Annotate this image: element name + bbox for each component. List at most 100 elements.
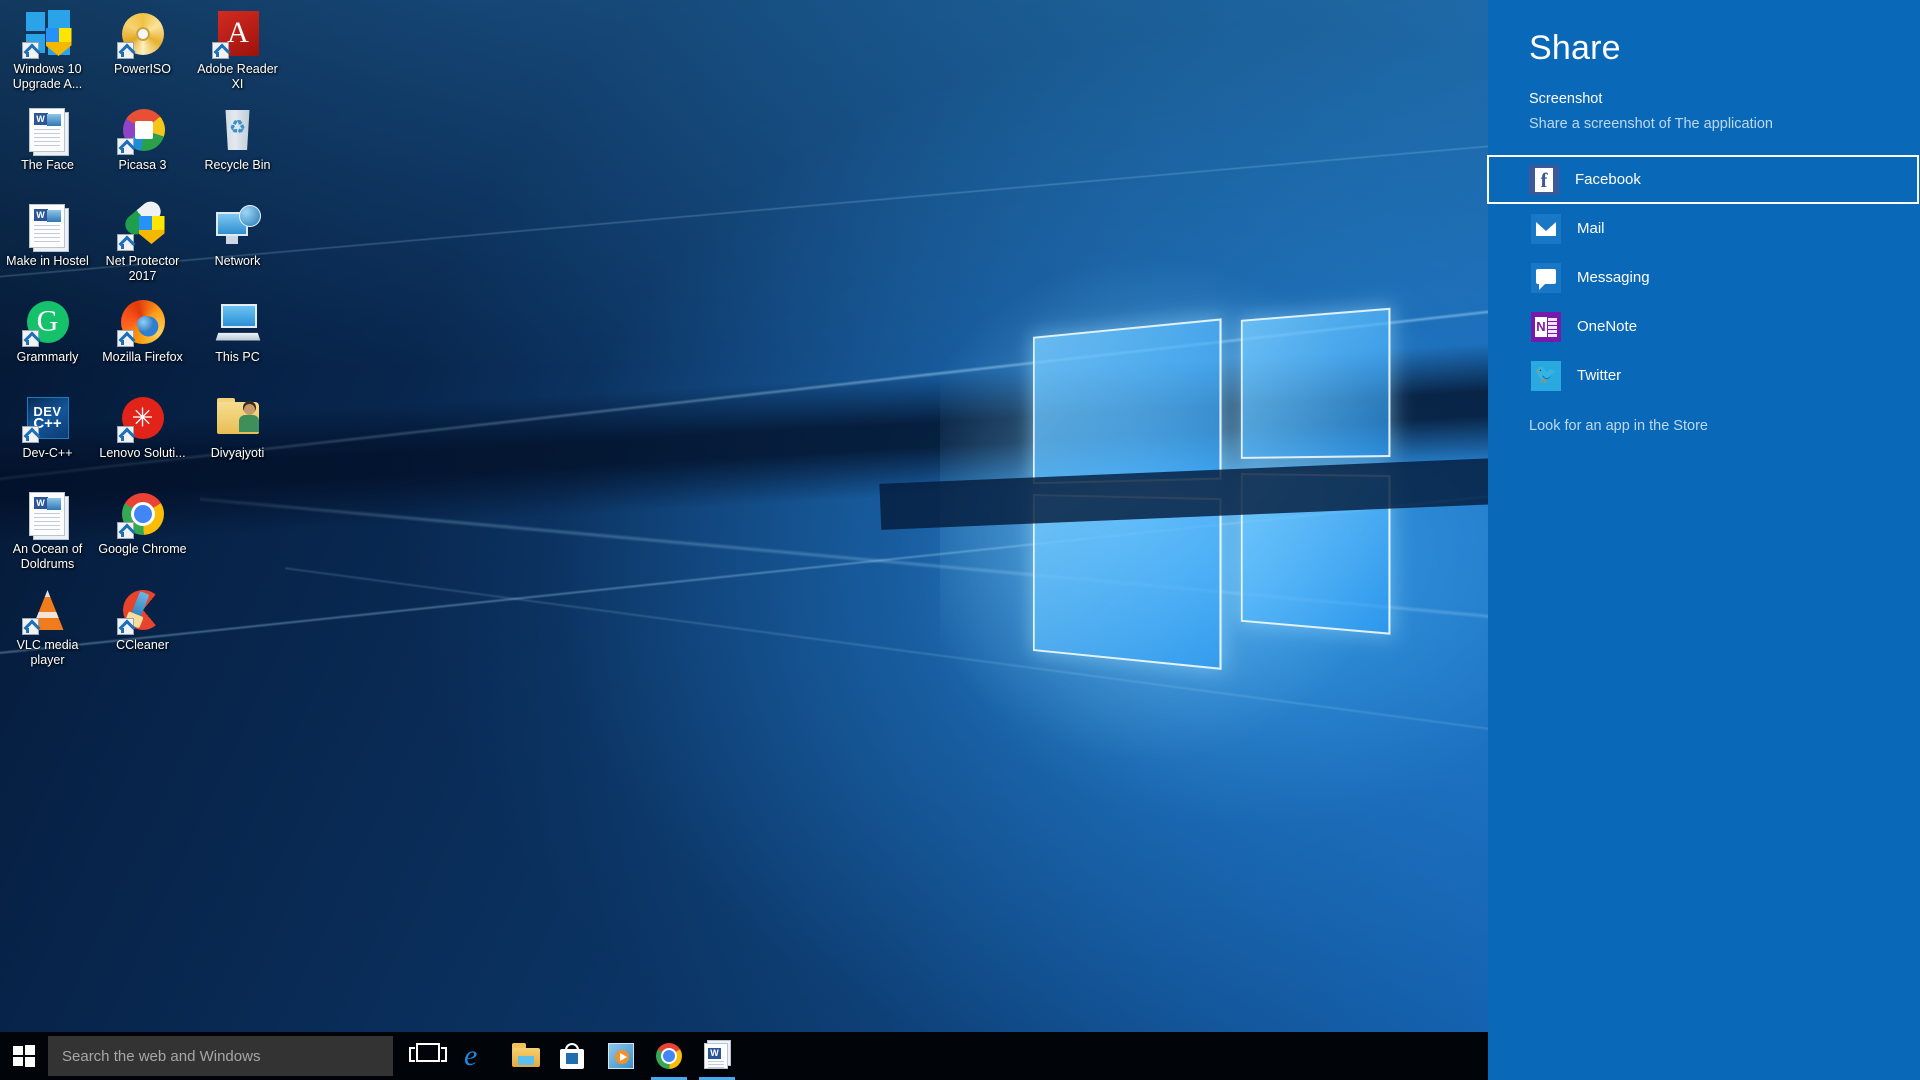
- file-explorer-icon: [512, 1043, 540, 1069]
- taskbar: Search the web and Windows e: [0, 1032, 1488, 1080]
- desktop-icon-vlc-media-player[interactable]: VLC media player: [0, 580, 95, 676]
- share-target-label: Twitter: [1577, 367, 1622, 384]
- taskbar-icon-strip: e: [405, 1032, 741, 1080]
- desktop-icon-google-chrome[interactable]: Google Chrome: [95, 484, 190, 580]
- shortcut-arrow-icon: [116, 330, 134, 347]
- search-placeholder: Search the web and Windows: [62, 1047, 261, 1065]
- icon-label: Lenovo Soluti...: [99, 446, 186, 460]
- user-folder-icon: [214, 394, 262, 442]
- firefox-icon: [116, 298, 167, 347]
- movies-and-tv-icon: [608, 1043, 634, 1069]
- icon-label: The Face: [21, 158, 74, 172]
- icon-label: Picasa 3: [118, 158, 167, 172]
- adobe-reader-icon: [211, 10, 262, 59]
- icon-label: Adobe Reader XI: [197, 62, 278, 91]
- icon-label: CCleaner: [116, 638, 169, 652]
- desktop-icon-network[interactable]: Network: [190, 196, 285, 292]
- share-panel-title: Share: [1529, 29, 1621, 67]
- taskbar-edge-button[interactable]: e: [453, 1032, 501, 1080]
- shortcut-arrow-icon: [116, 426, 134, 443]
- icon-label: Mozilla Firefox: [102, 350, 183, 364]
- shortcut-arrow-icon: [116, 618, 134, 635]
- icon-row: VLC media player CCleaner: [0, 580, 290, 676]
- share-store-link[interactable]: Look for an app in the Store: [1488, 400, 1920, 434]
- icon-label: Net Protector 2017: [105, 254, 180, 283]
- share-description: Share a screenshot of The application: [1529, 116, 1773, 132]
- start-button[interactable]: [0, 1032, 48, 1080]
- mail-icon: [1531, 213, 1561, 244]
- icon-label: Dev-C++: [22, 446, 73, 460]
- icon-row: W An Ocean of Doldrums Google Chrome: [0, 484, 290, 580]
- share-subject: Screenshot: [1529, 91, 1603, 107]
- blank-icon: [214, 586, 262, 634]
- desktop-icon-lenovo-solution[interactable]: Lenovo Soluti...: [95, 388, 190, 484]
- dev-cpp-icon: DEV C++: [21, 394, 72, 443]
- shortcut-arrow-icon: [116, 138, 134, 155]
- shortcut-arrow-icon: [21, 42, 39, 59]
- desktop-icon-poweriso[interactable]: PowerISO: [95, 4, 190, 100]
- icon-label: Windows 10 Upgrade A...: [12, 62, 83, 91]
- desktop-icon-adobe-reader[interactable]: Adobe Reader XI: [190, 4, 285, 100]
- icon-label: VLC media player: [16, 638, 79, 667]
- desktop-icon-divyajyoti[interactable]: Divyajyoti: [190, 388, 285, 484]
- icon-row: Windows 10 Upgrade A... PowerISO Adobe R…: [0, 4, 290, 100]
- icon-row: Grammarly Mozilla Firefox This PC: [0, 292, 290, 388]
- net-protector-icon: [116, 197, 167, 251]
- share-target-onenote[interactable]: OneNote: [1488, 302, 1920, 351]
- share-target-list: Facebook Mail Messaging OneNote Twitter: [1487, 155, 1920, 400]
- taskbar-file-explorer-button[interactable]: [501, 1032, 549, 1080]
- desktop-icon-windows-10-upgrade[interactable]: Windows 10 Upgrade A...: [0, 4, 95, 100]
- desktop-icon-grammarly[interactable]: Grammarly: [0, 292, 95, 388]
- twitter-icon: [1531, 360, 1561, 391]
- chrome-icon: [656, 1043, 682, 1069]
- taskbar-chrome-button[interactable]: [645, 1032, 693, 1080]
- desktop-icon-ccleaner[interactable]: CCleaner: [95, 580, 190, 676]
- desktop-icon-net-protector-2017[interactable]: Net Protector 2017: [95, 196, 190, 292]
- shortcut-arrow-icon: [21, 618, 39, 635]
- recycle-bin-icon: [214, 106, 262, 154]
- desktop-icon-recycle-bin[interactable]: Recycle Bin: [190, 100, 285, 196]
- taskbar-store-button[interactable]: [549, 1032, 597, 1080]
- taskbar-word-button[interactable]: [693, 1032, 741, 1080]
- chrome-icon: [116, 490, 167, 539]
- shortcut-arrow-icon: [116, 234, 134, 251]
- icon-label: This PC: [215, 350, 260, 364]
- search-input[interactable]: Search the web and Windows: [48, 1036, 393, 1076]
- desktop-icon-an-ocean-of-doldrums[interactable]: W An Ocean of Doldrums: [0, 484, 95, 580]
- desktop[interactable]: Windows 10 Upgrade A... PowerISO Adobe R…: [0, 0, 1920, 1080]
- desktop-icon-the-face[interactable]: W The Face: [0, 100, 95, 196]
- icon-label: Make in Hostel: [6, 254, 89, 268]
- share-target-facebook[interactable]: Facebook: [1487, 155, 1919, 204]
- desktop-icon-this-pc[interactable]: This PC: [190, 292, 285, 388]
- taskbar-movies-tv-button[interactable]: [597, 1032, 645, 1080]
- icon-row: DEVC++ Dev-C++ Lenovo Soluti...: [0, 388, 290, 484]
- share-target-label: Messaging: [1577, 269, 1650, 286]
- word-document-icon: W: [24, 490, 72, 538]
- share-target-label: OneNote: [1577, 318, 1638, 335]
- icon-label: PowerISO: [114, 62, 171, 76]
- desktop-icon-empty: [190, 484, 285, 580]
- ccleaner-icon: [116, 586, 167, 635]
- windows-start-icon: [13, 1045, 35, 1067]
- messaging-icon: [1531, 262, 1561, 293]
- onenote-icon: [1531, 311, 1561, 342]
- poweriso-disc-icon: [116, 10, 167, 59]
- share-target-messaging[interactable]: Messaging: [1488, 253, 1920, 302]
- desktop-icon-picasa-3[interactable]: Picasa 3: [95, 100, 190, 196]
- grammarly-icon: [21, 298, 72, 347]
- desktop-icon-dev-cpp[interactable]: DEV C++ Dev-C++: [0, 388, 95, 484]
- desktop-icon-make-in-hostel[interactable]: W Make in Hostel: [0, 196, 95, 292]
- shortcut-arrow-icon: [116, 42, 134, 59]
- taskbar-task-view-button[interactable]: [405, 1032, 453, 1080]
- shortcut-arrow-icon: [21, 426, 39, 443]
- share-target-mail[interactable]: Mail: [1488, 204, 1920, 253]
- desktop-icon-mozilla-firefox[interactable]: Mozilla Firefox: [95, 292, 190, 388]
- desktop-icon-empty: [190, 580, 285, 676]
- icon-label: Grammarly: [16, 350, 79, 364]
- share-target-label: Mail: [1577, 220, 1605, 237]
- icon-label: An Ocean of Doldrums: [12, 542, 83, 571]
- blank-icon: [214, 490, 262, 538]
- share-target-twitter[interactable]: Twitter: [1488, 351, 1920, 400]
- icon-row: W The Face Picasa 3 Recycle Bin: [0, 100, 290, 196]
- shortcut-arrow-icon: [116, 522, 134, 539]
